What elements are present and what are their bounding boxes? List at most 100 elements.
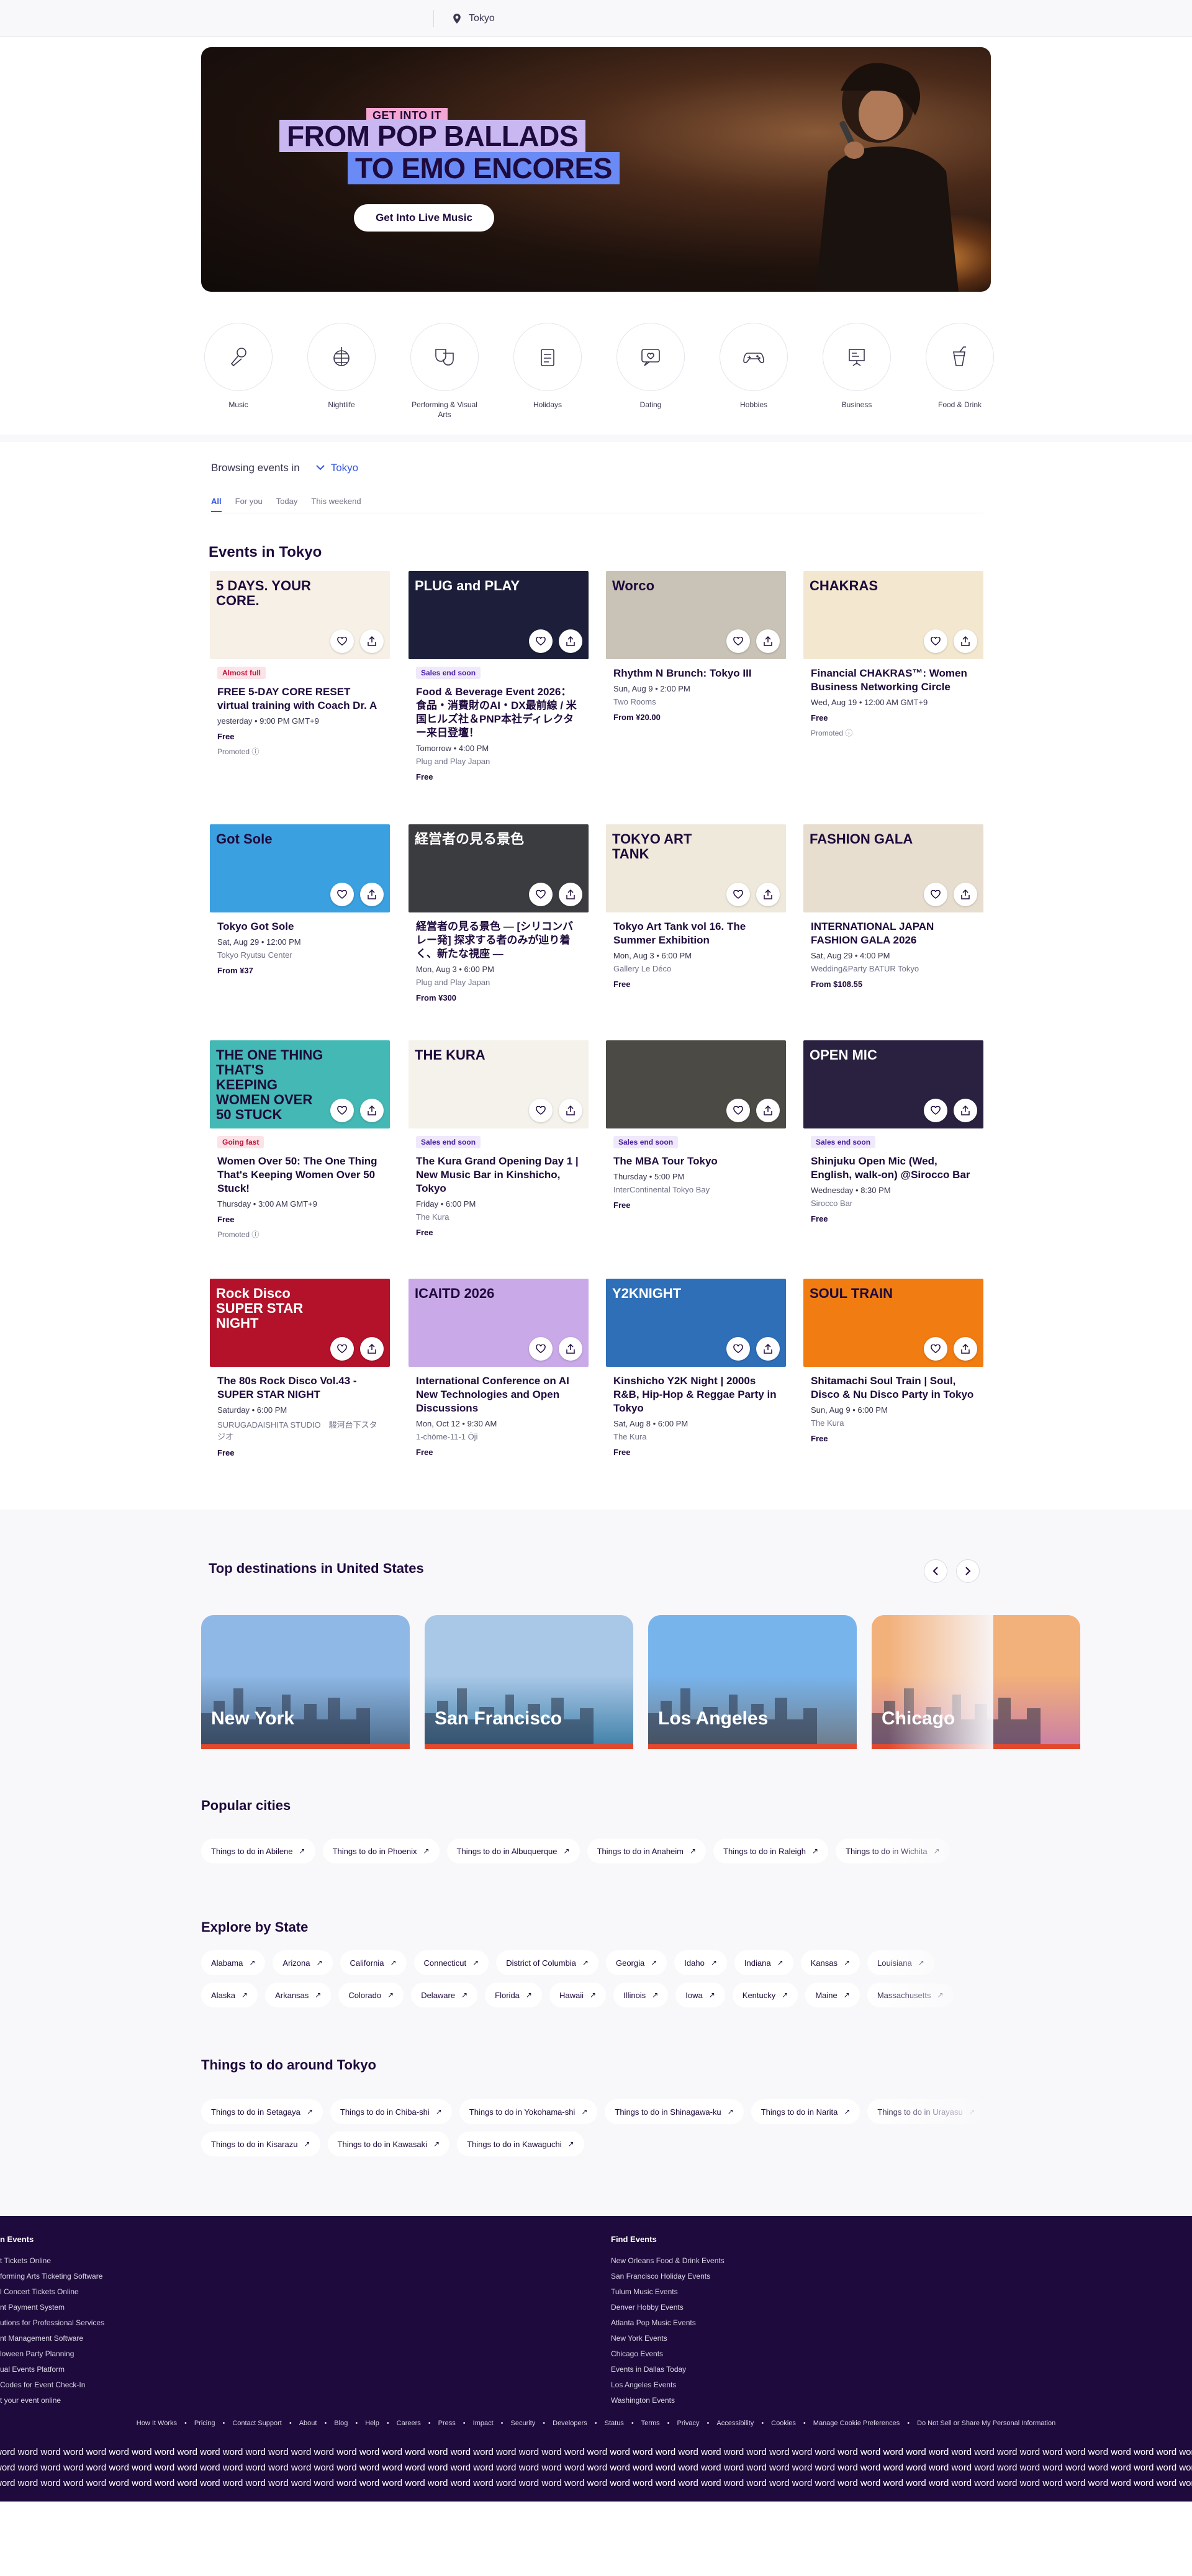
event-image[interactable]: PLUG and PLAY [409,571,589,659]
event-title[interactable]: Kinshicho Y2K Night | 2000s R&B, Hip-Hop… [613,1374,779,1415]
destination-card[interactable]: New York [201,1615,410,1749]
footer-link[interactable]: San Francisco Holiday Events [611,2272,725,2281]
event-card[interactable]: SOUL TRAIN Shitamachi Soul Train | Soul, … [803,1279,983,1443]
city-link[interactable]: Things to do in Raleigh ↗ [713,1839,829,1863]
footer-bottom-link[interactable]: About [299,2420,317,2427]
state-link[interactable]: Iowa ↗ [675,1983,725,2007]
share-button[interactable] [756,883,780,906]
event-image[interactable]: CHAKRAS [803,571,983,659]
share-button[interactable] [360,629,384,653]
tab-today[interactable]: Today [276,497,298,512]
share-button[interactable] [954,629,977,653]
footer-link[interactable]: forming Arts Ticketing Software [0,2272,104,2281]
event-image[interactable]: ICAITD 2026 [409,1279,589,1367]
category-holidays[interactable]: Holidays [510,323,585,410]
footer-bottom-link[interactable]: Help [365,2420,379,2427]
favorite-button[interactable] [529,1337,553,1361]
event-image[interactable]: 5 DAYS. YOUR CORE. [210,571,390,659]
favorite-button[interactable] [330,883,354,906]
category-hobbies[interactable]: Hobbies [716,323,791,410]
state-link[interactable]: Georgia ↗ [605,1950,667,1975]
nearby-link[interactable]: Things to do in Yokohama-shi ↗ [459,2099,598,2124]
footer-link[interactable]: Codes for Event Check-In [0,2380,104,2389]
footer-bottom-link[interactable]: Status [605,2420,624,2427]
event-card[interactable]: THE ONE THING THAT'S KEEPING WOMEN OVER … [210,1040,390,1240]
category-music[interactable]: Music [201,323,276,410]
tab-all[interactable]: All [211,497,222,512]
event-title[interactable]: Tokyo Art Tank vol 16. The Summer Exhibi… [613,920,779,947]
event-title[interactable]: Tokyo Got Sole [217,920,382,934]
nearby-link[interactable]: Things to do in Kisarazu ↗ [201,2132,320,2156]
state-link[interactable]: Illinois ↗ [613,1983,669,2007]
footer-bottom-link[interactable]: Impact [473,2420,494,2427]
footer-bottom-link[interactable]: Accessibility [716,2420,754,2427]
event-image[interactable]: THE KURA [409,1040,589,1128]
footer-link[interactable]: ual Events Platform [0,2365,104,2374]
tab-this-weekend[interactable]: This weekend [311,497,361,512]
share-button[interactable] [360,883,384,906]
share-button[interactable] [756,1099,780,1122]
footer-link[interactable]: nt Payment System [0,2303,104,2312]
event-title[interactable]: Shinjuku Open Mic (Wed, English, walk-on… [811,1155,976,1182]
favorite-button[interactable] [330,629,354,653]
share-button[interactable] [954,883,977,906]
city-link[interactable]: Things to do in Albuquerque ↗ [446,1839,580,1863]
state-link[interactable]: Connecticut ↗ [413,1950,489,1975]
event-title[interactable]: Shitamachi Soul Train | Soul, Disco & Nu… [811,1374,976,1402]
event-card[interactable]: THE KURA Sales end soon The Kura Grand Ope… [409,1040,589,1237]
city-link[interactable]: Things to do in Abilene ↗ [201,1839,315,1863]
state-link[interactable]: Delaware ↗ [411,1983,478,2007]
destination-card[interactable]: San Francisco [425,1615,633,1749]
favorite-button[interactable] [924,1099,947,1122]
event-title[interactable]: International Conference on AI New Techn… [416,1374,581,1415]
share-button[interactable] [559,629,582,653]
category-nightlife[interactable]: Nightlife [304,323,379,410]
footer-bottom-link[interactable]: Blog [334,2420,348,2427]
event-title[interactable]: The Kura Grand Opening Day 1 | New Music… [416,1155,581,1196]
favorite-button[interactable] [529,629,553,653]
footer-bottom-link[interactable]: Cookies [771,2420,796,2427]
favorite-button[interactable] [924,629,947,653]
favorite-button[interactable] [924,883,947,906]
event-image[interactable]: 経営者の見る景色 [409,824,589,912]
event-image[interactable] [606,1040,786,1128]
category-performing-arts[interactable]: Performing & Visual Arts [407,323,482,420]
nearby-link[interactable]: Things to do in Narita ↗ [751,2099,860,2124]
nearby-link[interactable]: Things to do in Kawasaki ↗ [327,2132,450,2156]
nearby-link[interactable]: Things to do in Kawaguchi ↗ [457,2132,584,2156]
nearby-link[interactable]: Things to do in Chiba-shi ↗ [330,2099,452,2124]
event-image[interactable]: Worco [606,571,786,659]
event-title[interactable]: INTERNATIONAL JAPAN FASHION GALA 2026 [811,920,976,947]
footer-link[interactable]: Denver Hobby Events [611,2303,725,2312]
share-button[interactable] [559,1337,582,1361]
footer-bottom-link[interactable]: Contact Support [232,2420,282,2427]
event-title[interactable]: The MBA Tour Tokyo [613,1155,779,1168]
event-card[interactable]: Got Sole Tokyo Got Sole Sat, Aug 29 • 12:0… [210,824,390,975]
favorite-button[interactable] [529,883,553,906]
state-link[interactable]: Hawaii ↗ [549,1983,607,2007]
event-card[interactable]: TOKYO ART TANK Tokyo Art Tank vol 16. The… [606,824,786,989]
favorite-button[interactable] [330,1337,354,1361]
event-image[interactable]: TOKYO ART TANK [606,824,786,912]
event-title[interactable]: Financial CHAKRAS™: Women Business Netwo… [811,667,976,694]
footer-bottom-link[interactable]: Privacy [677,2420,699,2427]
footer-bottom-link[interactable]: Developers [553,2420,587,2427]
footer-link[interactable]: Events in Dallas Today [611,2365,725,2374]
event-title[interactable]: Food & Beverage Event 2026：食品・消費財のAI・DX最… [416,685,581,740]
footer-link[interactable]: New York Events [611,2334,725,2343]
footer-link[interactable]: Tulum Music Events [611,2287,725,2296]
state-link[interactable]: Colorado ↗ [338,1983,404,2007]
footer-bottom-link[interactable]: Do Not Sell or Share My Personal Informa… [917,2420,1055,2427]
event-title[interactable]: FREE 5-DAY CORE RESET virtual training w… [217,685,382,713]
share-button[interactable] [559,883,582,906]
share-button[interactable] [756,629,780,653]
favorite-button[interactable] [924,1337,947,1361]
favorite-button[interactable] [726,629,750,653]
hero-cta-button[interactable]: Get Into Live Music [354,204,494,232]
destination-card[interactable]: Los Angeles [648,1615,857,1749]
event-card[interactable]: CHAKRAS Financial CHAKRAS™: Women Busines… [803,571,983,738]
event-image[interactable]: THE ONE THING THAT'S KEEPING WOMEN OVER … [210,1040,390,1128]
state-link[interactable]: Florida ↗ [485,1983,542,2007]
state-link[interactable]: Alaska ↗ [201,1983,258,2007]
footer-bottom-link[interactable]: Careers [397,2420,421,2427]
